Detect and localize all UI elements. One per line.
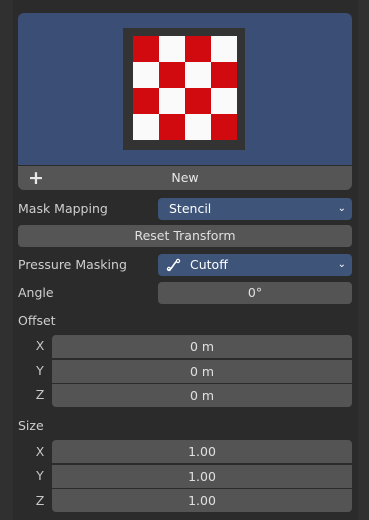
offset-y-field[interactable]: 0 m bbox=[52, 359, 352, 383]
offset-x-label: X bbox=[35, 338, 45, 353]
texture-preview[interactable] bbox=[18, 13, 352, 165]
size-fields: 1.00 1.00 1.00 bbox=[52, 440, 352, 512]
mask-mapping-dropdown[interactable]: Stencil ⌄ bbox=[158, 198, 352, 220]
mask-mapping-value: Stencil bbox=[169, 201, 212, 216]
size-x-field[interactable]: 1.00 bbox=[52, 440, 352, 463]
offset-x-field[interactable]: 0 m bbox=[52, 335, 352, 358]
offset-z-label: Z bbox=[35, 387, 45, 402]
curve-icon bbox=[166, 258, 181, 272]
size-x-label: X bbox=[35, 444, 45, 459]
size-z-field[interactable]: 1.00 bbox=[52, 489, 352, 512]
angle-field[interactable]: 0° bbox=[158, 282, 352, 304]
new-texture-button[interactable]: + New bbox=[18, 166, 352, 190]
offset-fields: 0 m 0 m 0 m bbox=[52, 335, 352, 407]
pressure-masking-label: Pressure Masking bbox=[18, 257, 127, 272]
size-y-field[interactable]: 1.00 bbox=[52, 464, 352, 488]
mask-mapping-label: Mask Mapping bbox=[18, 201, 108, 216]
reset-transform-button[interactable]: Reset Transform bbox=[18, 225, 352, 247]
offset-z-field[interactable]: 0 m bbox=[52, 384, 352, 407]
offset-label: Offset bbox=[18, 313, 56, 328]
angle-label: Angle bbox=[18, 285, 54, 300]
pressure-masking-value: Cutoff bbox=[190, 257, 228, 272]
pressure-masking-dropdown[interactable]: Cutoff ⌄ bbox=[158, 254, 352, 276]
size-y-label: Y bbox=[36, 468, 44, 483]
chevron-down-icon: ⌄ bbox=[337, 203, 346, 214]
checker-texture-image bbox=[133, 36, 237, 140]
offset-y-label: Y bbox=[36, 363, 44, 378]
new-button-label: New bbox=[171, 170, 199, 185]
size-label: Size bbox=[18, 418, 44, 433]
size-z-label: Z bbox=[35, 493, 45, 508]
chevron-down-icon: ⌄ bbox=[337, 259, 346, 270]
texture-thumbnail bbox=[123, 28, 245, 150]
